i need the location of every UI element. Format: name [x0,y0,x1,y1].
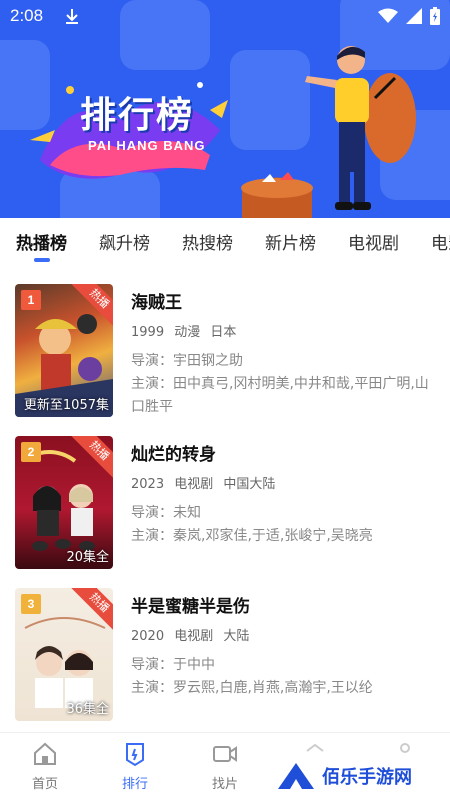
item-info: 灿烂的转身 2023 电视剧 中国大陆 导演：未知 主演：秦岚,邓家佳,于适,张… [131,440,441,548]
item-title[interactable]: 海贼王 [131,288,441,313]
tab-tv-series[interactable]: 电视剧 [348,218,399,270]
item-title[interactable]: 灿烂的转身 [131,440,441,465]
item-info: 半是蜜糖半是伤 2020 电视剧 大陆 导演：于中中 主演：罗云熙,白鹿,肖燕,… [131,592,441,700]
battery-icon [430,7,440,25]
episode-count: 20集全 [66,550,109,565]
wifi-icon [378,8,398,23]
banner-title: 排行榜 [80,95,195,136]
item-region: 日本 [210,325,237,340]
poster-image[interactable]: 2 热播 20集全 [15,436,113,569]
tab-rising[interactable]: 飙升榜 [99,218,150,270]
status-time: 2:08 [10,6,44,25]
banner-subtitle: PAI HANG BANG [88,138,206,153]
tab-movie[interactable]: 电影 [431,218,450,270]
rank-badge: 1 [21,290,41,310]
nav-home-label: 首页 [31,777,58,792]
item-title[interactable]: 半是蜜糖半是伤 [131,592,441,617]
item-year: 1999 [131,325,165,340]
list-item[interactable]: 2 热播 20集全 灿烂的转身 2023 电视剧 中国大陆 导演：未知 主演：秦… [0,432,450,572]
ranking-tabs: 热播榜 飙升榜 热搜榜 新片榜 电视剧 电影 [0,218,450,270]
item-region: 大陆 [223,629,250,644]
watermark-logo [278,763,314,789]
site-watermark: 佰乐手游网 [270,758,418,794]
nav-find-video[interactable]: 找片 [180,733,270,800]
tab-hot-play[interactable]: 热播榜 [16,218,67,270]
item-director: 导演：于中中 [131,657,215,673]
rank-badge: 3 [21,594,41,614]
item-cast: 主演：罗云熙,白鹿,肖燕,高瀚宇,王以纶 [131,680,373,696]
item-genre: 电视剧 [174,477,214,492]
nav-ranking[interactable]: 排行 [90,733,180,800]
item-year: 2023 [131,477,165,492]
list-item[interactable]: 1 热播 更新至1057集 海贼王 1999 动漫 日本 导演：宇田钢之助 主演… [0,280,450,420]
episode-count: 36集全 [66,702,109,717]
item-meta: 2023 电视剧 中国大陆 [131,473,441,492]
item-director: 导演：未知 [131,505,201,521]
home-icon [34,742,56,765]
nav-find-video-label: 找片 [211,777,238,792]
list-item[interactable]: 3 热播 36集全 半是蜜糖半是伤 2020 电视剧 大陆 导演：于中中 主演：… [0,584,450,724]
item-cast: 主演：田中真弓,冈村明美,中井和哉,平田广明,山口胜平 [131,376,429,415]
signal-icon [406,8,422,24]
poster-image[interactable]: 3 热播 36集全 [15,588,113,721]
download-icon [66,9,79,24]
nav-home[interactable]: 首页 [0,733,90,800]
item-year: 2020 [131,629,165,644]
ranking-banner: 排行榜 PAI HANG BANG 2:08 [0,0,450,218]
sack-illustration [241,172,313,218]
video-camera-icon [213,746,237,762]
ranking-icon [126,743,144,767]
rank-badge: 2 [21,442,41,462]
item-info: 海贼王 1999 动漫 日本 导演：宇田钢之助 主演：田中真弓,冈村明美,中井和… [131,288,441,419]
episode-count: 更新至1057集 [23,398,109,413]
item-meta: 1999 动漫 日本 [131,321,441,340]
item-genre: 动漫 [174,325,201,340]
watermark-text: 佰乐手游网 [322,767,412,788]
status-bar: 2:08 [0,0,450,32]
item-region: 中国大陆 [223,477,276,492]
item-director: 导演：宇田钢之助 [131,353,243,369]
item-meta: 2020 电视剧 大陆 [131,625,441,644]
nav-ranking-label: 排行 [121,777,148,792]
item-cast: 主演：秦岚,邓家佳,于适,张峻宁,吴晓亮 [131,528,373,544]
tab-hot-search[interactable]: 热搜榜 [182,218,233,270]
tab-new-release[interactable]: 新片榜 [265,218,316,270]
poster-image[interactable]: 1 热播 更新至1057集 [15,284,113,417]
item-genre: 电视剧 [174,629,214,644]
